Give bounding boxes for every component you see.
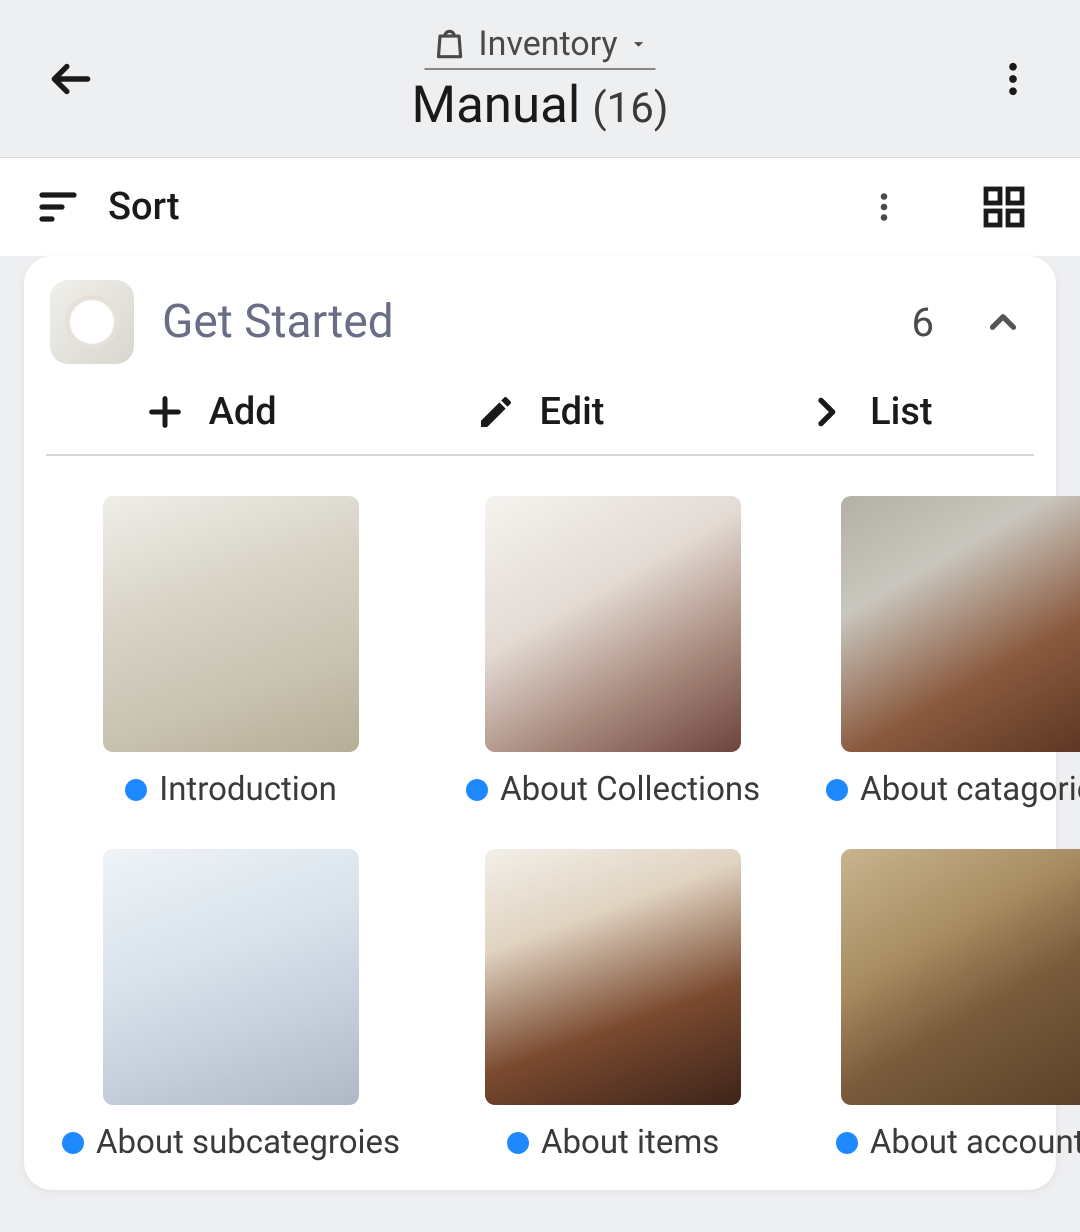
grid-item[interactable]: About accounts: [826, 849, 1080, 1162]
pencil-icon: [476, 392, 516, 432]
status-dot-icon: [62, 1132, 84, 1154]
chevron-up-icon: [982, 301, 1024, 343]
grid-item[interactable]: Introduction: [62, 496, 400, 809]
inventory-dropdown-label: Inventory: [478, 24, 617, 64]
item-thumbnail: [103, 849, 359, 1105]
status-dot-icon: [466, 779, 488, 801]
shopping-bag-icon: [430, 25, 468, 63]
edit-label: Edit: [540, 390, 605, 434]
item-thumbnail: [485, 849, 741, 1105]
item-label: About catagories: [860, 770, 1080, 809]
item-label: About accounts: [870, 1123, 1080, 1162]
item-label: About Collections: [500, 770, 760, 809]
app-bar: Inventory Manual (16): [0, 0, 1080, 158]
grid-item[interactable]: About items: [466, 849, 760, 1162]
back-button[interactable]: [46, 54, 96, 104]
section-title: Get Started: [162, 295, 884, 349]
page-count: (16): [592, 84, 668, 133]
item-thumbnail: [841, 849, 1080, 1105]
section-card: Get Started 6 Add Edit List Introduction…: [24, 256, 1056, 1190]
section-thumbnail: [50, 280, 134, 364]
item-thumbnail: [841, 496, 1080, 752]
caret-down-icon: [628, 33, 650, 55]
sort-label: Sort: [108, 185, 180, 229]
dots-vertical-icon: [992, 58, 1034, 100]
toolbar: Sort: [0, 158, 1080, 256]
add-label: Add: [209, 390, 277, 434]
inventory-dropdown[interactable]: Inventory: [424, 22, 655, 70]
grid-item[interactable]: About catagories: [826, 496, 1080, 809]
item-thumbnail: [103, 496, 359, 752]
page-title: Manual: [412, 76, 581, 135]
item-thumbnail: [485, 496, 741, 752]
item-label-row: About subcategroies: [62, 1123, 400, 1162]
overflow-menu-button[interactable]: [992, 58, 1034, 100]
chevron-right-icon: [806, 392, 846, 432]
list-label: List: [870, 390, 932, 434]
item-label-row: About catagories: [826, 770, 1080, 809]
section-count: 6: [912, 299, 934, 346]
grid-view-button[interactable]: [970, 173, 1038, 241]
list-options-button[interactable]: [856, 179, 912, 235]
items-grid: IntroductionAbout CollectionsAbout catag…: [46, 456, 1034, 1162]
status-dot-icon: [125, 779, 147, 801]
plus-icon: [145, 392, 185, 432]
edit-button[interactable]: Edit: [375, 390, 704, 434]
status-dot-icon: [826, 779, 848, 801]
add-button[interactable]: Add: [46, 390, 375, 434]
status-dot-icon: [507, 1132, 529, 1154]
grid-item[interactable]: About subcategroies: [62, 849, 400, 1162]
grid-item[interactable]: About Collections: [466, 496, 760, 809]
item-label: About items: [541, 1123, 719, 1162]
sort-button[interactable]: Sort: [36, 183, 828, 231]
grid-icon: [980, 183, 1028, 231]
item-label-row: About accounts: [826, 1123, 1080, 1162]
sort-icon: [36, 183, 84, 231]
item-label-row: About Collections: [466, 770, 760, 809]
app-title-group: Inventory Manual (16): [412, 22, 669, 135]
item-label: About subcategroies: [96, 1123, 400, 1162]
section-header[interactable]: Get Started 6: [46, 276, 1034, 380]
section-actions: Add Edit List: [46, 390, 1034, 456]
dots-vertical-icon: [866, 189, 902, 225]
status-dot-icon: [836, 1132, 858, 1154]
arrow-left-icon: [46, 54, 96, 104]
item-label-row: About items: [466, 1123, 760, 1162]
list-button[interactable]: List: [705, 390, 1034, 434]
item-label-row: Introduction: [62, 770, 400, 809]
item-label: Introduction: [159, 770, 337, 809]
